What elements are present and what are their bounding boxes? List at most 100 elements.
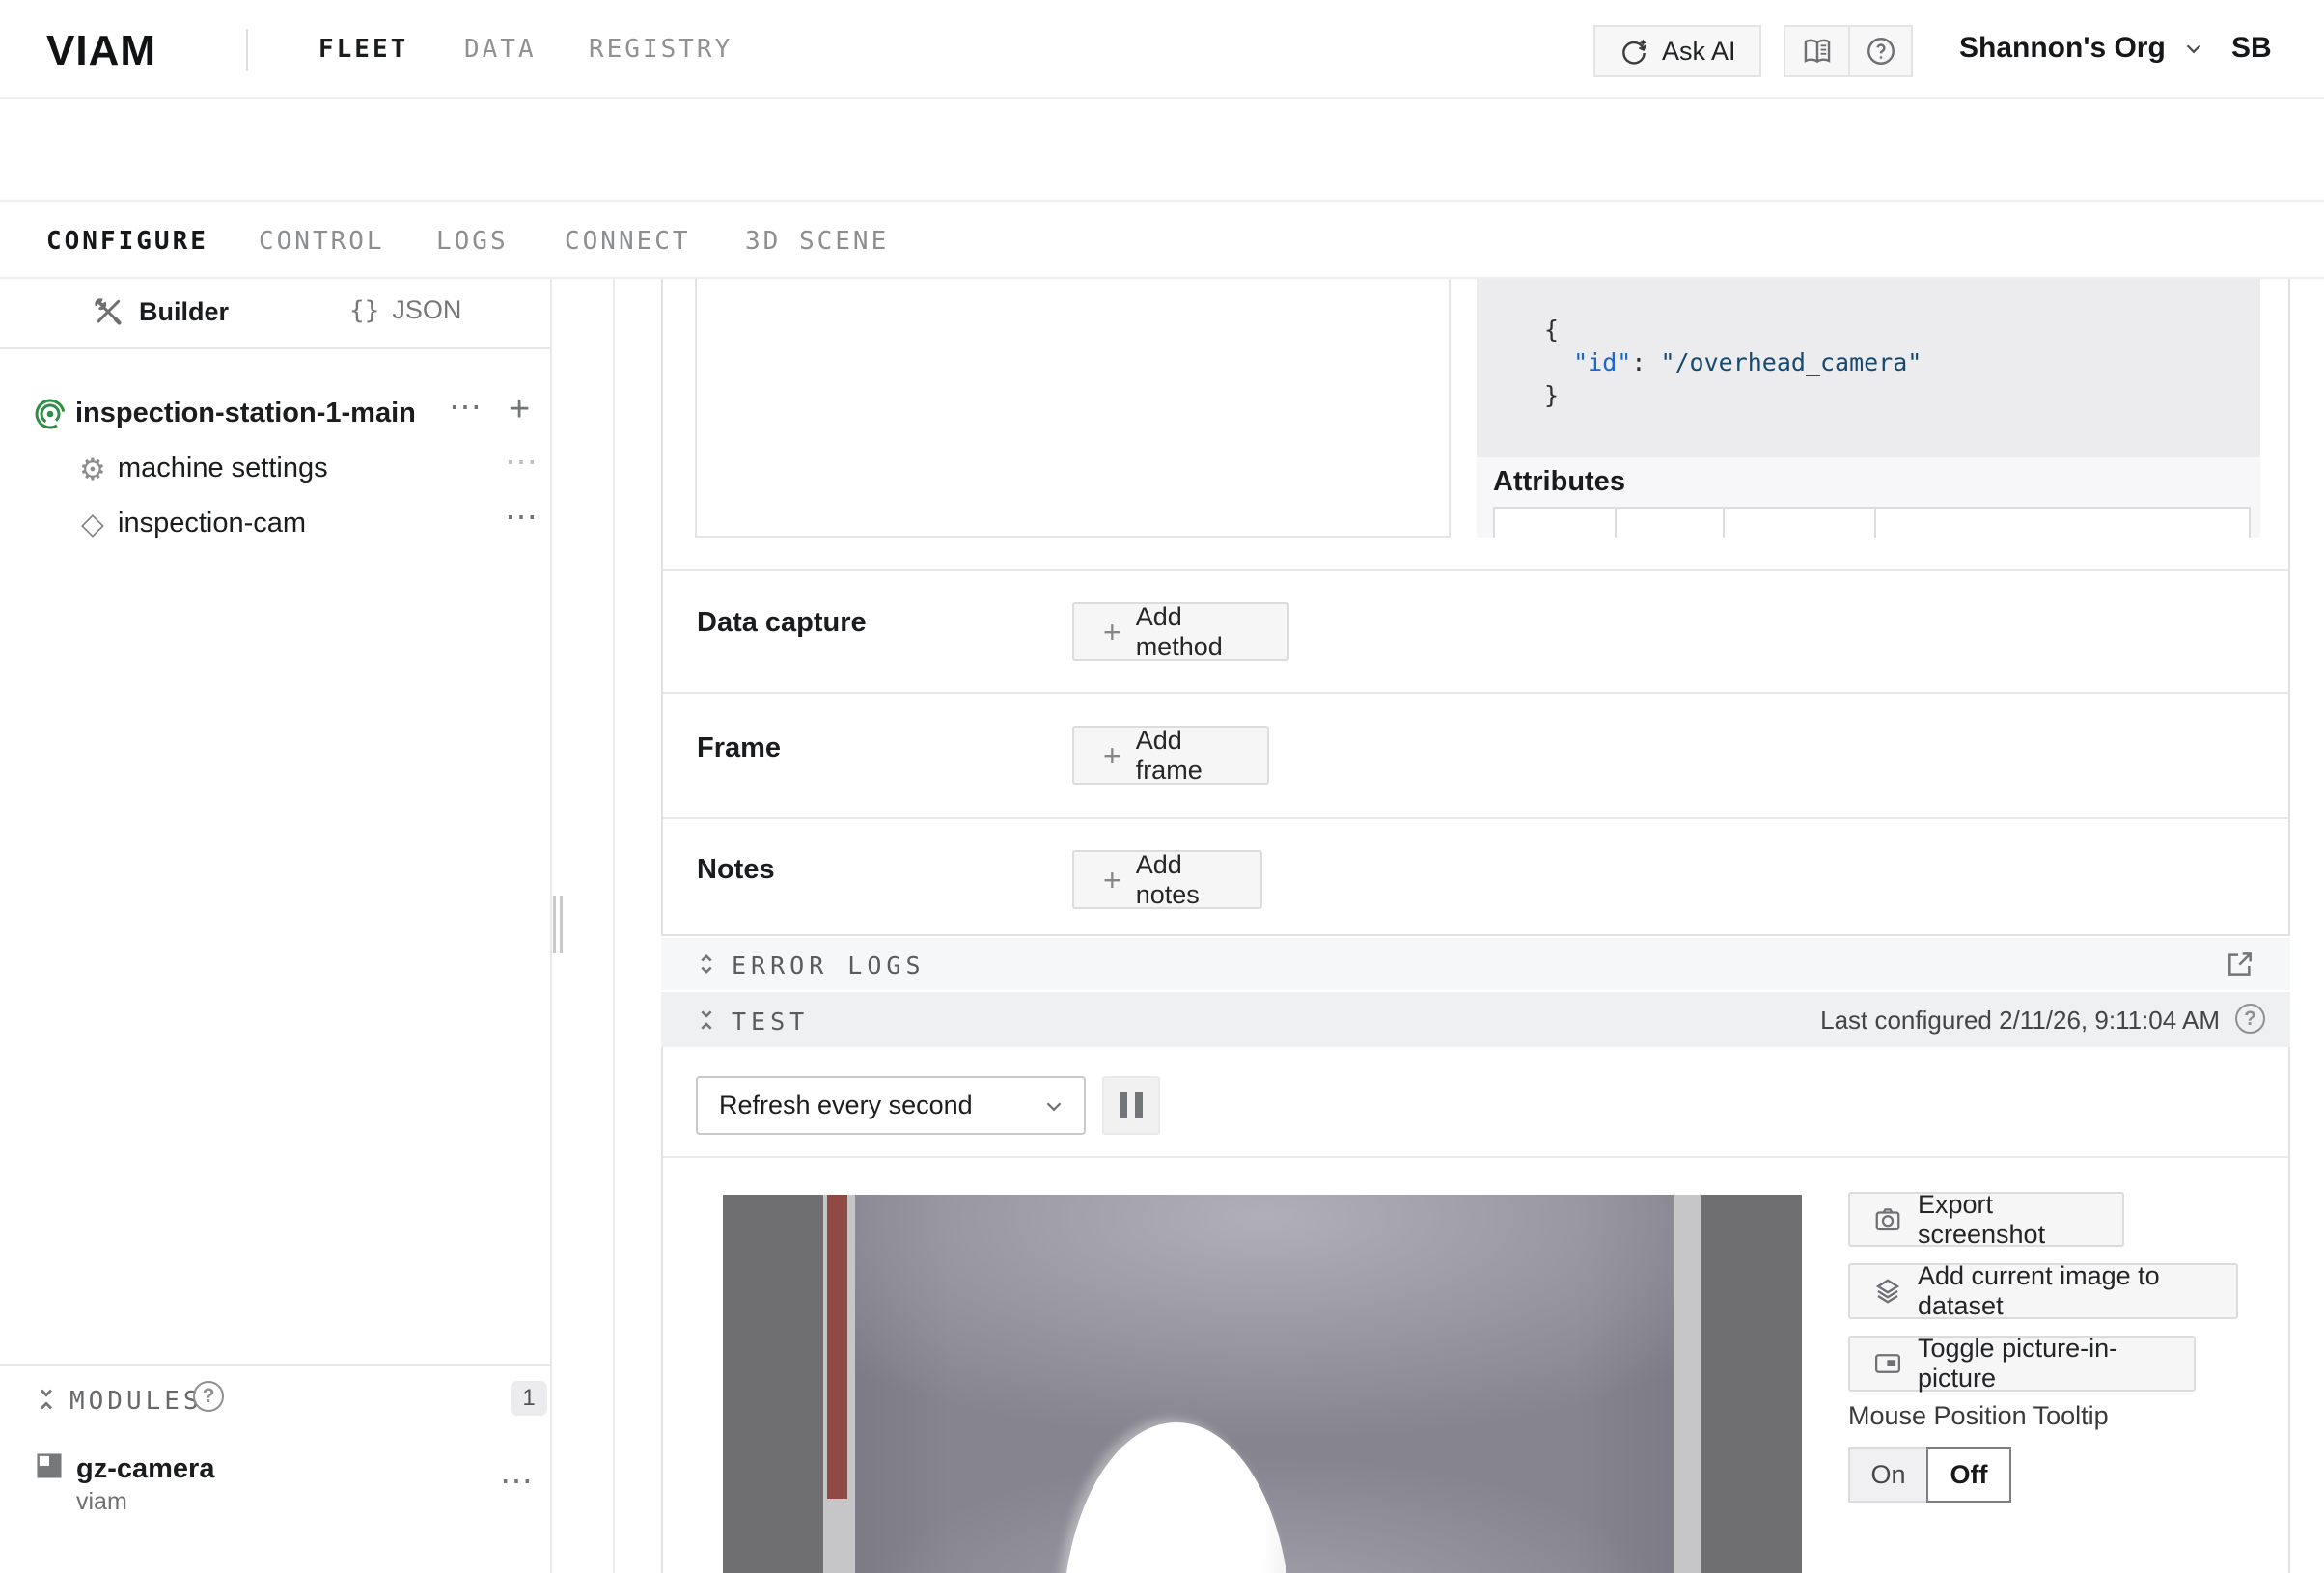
builder-label: Builder bbox=[139, 297, 229, 327]
divider bbox=[663, 1156, 2288, 1158]
sidebar-resize-handle[interactable] bbox=[553, 896, 563, 953]
add-component-button[interactable]: + bbox=[509, 389, 530, 430]
module-item-name[interactable]: gz-camera bbox=[76, 1453, 214, 1485]
help-button[interactable] bbox=[1848, 27, 1911, 75]
test-section-header[interactable]: TEST Last configured 2/11/26, 9:11:04 AM… bbox=[661, 992, 2290, 1047]
tab-logs[interactable]: LOGS bbox=[436, 227, 509, 256]
modules-header[interactable]: MODULES ? 1 bbox=[0, 1379, 550, 1421]
live-broadcast-icon bbox=[33, 397, 68, 431]
avatar[interactable]: SB bbox=[2231, 32, 2272, 65]
component-config-empty-panel bbox=[695, 279, 1451, 538]
modules-title: MODULES bbox=[69, 1387, 203, 1416]
tree-item-label: inspection-station-1-main bbox=[75, 398, 416, 429]
camera-scene-wall bbox=[855, 1195, 1674, 1573]
gear-icon: ⚙ bbox=[79, 455, 106, 484]
config-sidebar: Builder {} JSON inspection-station-1-mai… bbox=[0, 279, 552, 1573]
nav-divider bbox=[246, 29, 248, 71]
toggle-pip-button[interactable]: Toggle picture-in-picture bbox=[1848, 1336, 2196, 1392]
ask-ai-button[interactable]: Ask AI bbox=[1593, 25, 1761, 77]
nav-tab-fleet[interactable]: FLEET bbox=[318, 35, 408, 64]
tree-item-machine-part[interactable]: inspection-station-1-main ⋯ + bbox=[0, 386, 550, 441]
tree-item-inspection-cam[interactable]: ◇ inspection-cam ⋯ bbox=[0, 496, 550, 551]
module-icon bbox=[34, 1450, 65, 1481]
add-frame-button[interactable]: + Add frame bbox=[1072, 726, 1269, 785]
add-method-button[interactable]: + Add method bbox=[1072, 602, 1289, 661]
tab-control[interactable]: CONTROL bbox=[259, 227, 385, 256]
camera-stream-view[interactable] bbox=[723, 1195, 1802, 1573]
chevron-down-icon bbox=[1041, 1093, 1066, 1118]
top-nav: VIAM FLEET DATA REGISTRY Ask AI bbox=[0, 0, 2324, 99]
tree-item-label: machine settings bbox=[118, 453, 328, 484]
component-config-card: { "id": "/overhead_camera" } Attributes … bbox=[661, 279, 2290, 936]
nav-tab-registry[interactable]: REGISTRY bbox=[589, 35, 733, 64]
section-divider bbox=[663, 692, 2288, 694]
tab-3d-scene[interactable]: 3D SCENE bbox=[745, 227, 889, 256]
tooltip-off-button[interactable]: Off bbox=[1926, 1447, 2011, 1503]
attributes-label: Attributes bbox=[1493, 466, 1625, 498]
tab-configure[interactable]: CONFIGURE bbox=[46, 227, 208, 256]
last-configured-text: Last configured 2/11/26, 9:11:04 AM bbox=[1820, 1006, 2220, 1035]
tooltip-on-button[interactable]: On bbox=[1848, 1447, 1926, 1503]
error-logs-section-header[interactable]: ERROR LOGS bbox=[661, 938, 2290, 990]
nav-icon-group bbox=[1784, 25, 1913, 77]
nav-tab-data[interactable]: DATA bbox=[464, 35, 537, 64]
viam-logo[interactable]: VIAM bbox=[46, 27, 156, 75]
help-icon bbox=[1865, 35, 1897, 68]
config-code: { "id": "/overhead_camera" } bbox=[1477, 279, 2260, 412]
modules-count-badge: 1 bbox=[511, 1381, 547, 1416]
test-help-icon[interactable]: ? bbox=[2235, 1004, 2265, 1034]
camera-scene-sphere bbox=[1063, 1422, 1290, 1573]
add-notes-button[interactable]: + Add notes bbox=[1072, 850, 1262, 909]
modules-section: MODULES ? 1 gz-camera viam ⋯ bbox=[0, 1364, 550, 1573]
module-item-publisher: viam bbox=[76, 1488, 127, 1516]
json-mode-button[interactable]: {} JSON bbox=[349, 295, 461, 325]
tree-item-menu-button[interactable]: ⋯ bbox=[505, 443, 540, 482]
component-config-json-panel: { "id": "/overhead_camera" } Attributes bbox=[1477, 279, 2260, 538]
collapse-icon bbox=[693, 1007, 720, 1034]
code-key: "id" bbox=[1573, 348, 1631, 376]
tab-connect[interactable]: CONNECT bbox=[565, 227, 691, 256]
camera-scene-right-trim bbox=[1674, 1195, 1702, 1573]
tree-item-menu-button[interactable]: ⋯ bbox=[449, 388, 484, 427]
main-panel-border bbox=[613, 279, 615, 1573]
builder-json-toggle: Builder {} JSON bbox=[0, 279, 550, 349]
mouse-position-tooltip-label: Mouse Position Tooltip bbox=[1848, 1401, 2109, 1431]
attributes-table[interactable] bbox=[1493, 507, 2251, 538]
refresh-rate-value: Refresh every second bbox=[719, 1090, 973, 1120]
add-to-dataset-button[interactable]: Add current image to dataset bbox=[1848, 1263, 2238, 1319]
tools-icon bbox=[92, 295, 124, 328]
tree-item-label: inspection-cam bbox=[118, 508, 306, 539]
export-screenshot-button[interactable]: Export screenshot bbox=[1848, 1192, 2124, 1247]
chevron-down-icon bbox=[2181, 36, 2206, 61]
frame-label: Frame bbox=[697, 732, 781, 764]
modules-help-icon[interactable]: ? bbox=[193, 1381, 224, 1412]
refresh-rate-select[interactable]: Refresh every second bbox=[696, 1076, 1086, 1135]
builder-mode-button[interactable]: Builder bbox=[92, 295, 229, 328]
open-logs-external-icon[interactable] bbox=[2225, 949, 2255, 980]
tree-item-menu-button[interactable]: ⋯ bbox=[505, 498, 540, 537]
camera-scene-red-stripe bbox=[827, 1195, 847, 1499]
tree-item-machine-settings[interactable]: ⚙ machine settings ⋯ bbox=[0, 441, 550, 496]
code-value: "/overhead_camera" bbox=[1660, 348, 1922, 376]
layers-icon bbox=[1873, 1277, 1902, 1306]
component-diamond-icon: ◇ bbox=[81, 509, 104, 538]
docs-button[interactable] bbox=[1785, 27, 1848, 75]
camera-scene-right-frame bbox=[1702, 1195, 1802, 1573]
camera-scene-left-frame bbox=[723, 1195, 823, 1573]
machine-header-bar: First Location inspection-station-1 Live… bbox=[0, 101, 2324, 200]
org-name: Shannon's Org bbox=[1959, 32, 2166, 65]
book-icon bbox=[1801, 35, 1834, 68]
module-menu-button[interactable]: ⋯ bbox=[500, 1462, 535, 1501]
collapse-icon bbox=[32, 1385, 61, 1414]
org-switcher[interactable]: Shannon's Org bbox=[1959, 32, 2206, 65]
expand-icon bbox=[693, 951, 720, 978]
json-label: JSON bbox=[392, 295, 461, 325]
pause-refresh-button[interactable] bbox=[1102, 1076, 1160, 1135]
section-divider bbox=[663, 817, 2288, 819]
test-title: TEST bbox=[732, 1007, 809, 1035]
ask-ai-icon bbox=[1618, 36, 1649, 67]
error-logs-title: ERROR LOGS bbox=[732, 952, 926, 980]
braces-icon: {} bbox=[349, 296, 379, 325]
config-code-block[interactable]: { "id": "/overhead_camera" } bbox=[1477, 279, 2260, 457]
picture-in-picture-icon bbox=[1873, 1349, 1902, 1378]
